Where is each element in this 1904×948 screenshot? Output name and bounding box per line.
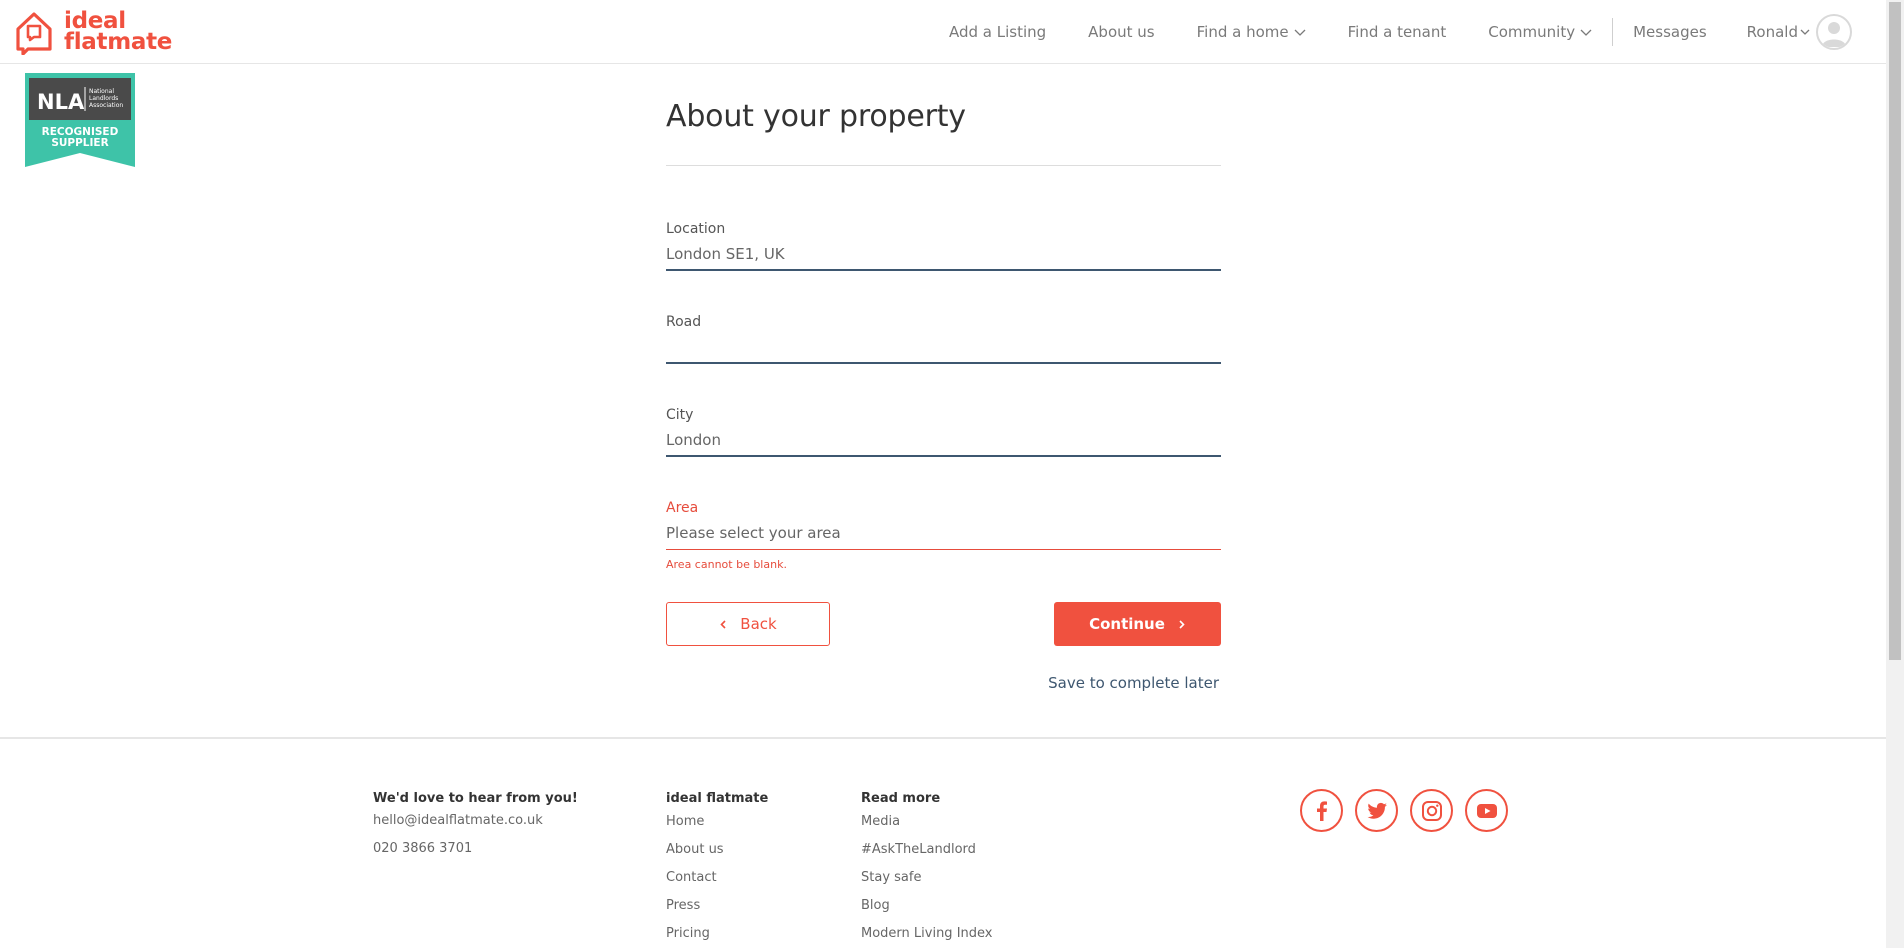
badge-line2: SUPPLIER [51, 137, 108, 149]
instagram-icon [1421, 800, 1442, 821]
facebook-icon [1316, 800, 1327, 821]
footer-link-stay-safe[interactable]: Stay safe [861, 869, 992, 887]
footer-divider [0, 737, 1886, 739]
user-icon [1822, 22, 1846, 47]
area-error-message: Area cannot be blank. [666, 558, 787, 571]
save-later-link[interactable]: Save to complete later [1048, 674, 1219, 692]
svg-text:Landlords: Landlords [89, 95, 118, 102]
footer-read-more-heading: Read more [861, 791, 941, 806]
badge-org: NLA [37, 90, 85, 114]
site-header: ideal flatmate Add a Listing About us Fi… [0, 0, 1886, 64]
area-select[interactable]: Please select your area [666, 522, 1221, 544]
footer-phone[interactable]: 020 3866 3701 [373, 840, 578, 858]
footer-link-pricing[interactable]: Pricing [666, 925, 768, 943]
footer-email-link[interactable]: hello@idealflatmate.co.uk [373, 812, 578, 830]
city-label: City [666, 407, 694, 423]
main-nav: Add a Listing About us Find a home Find … [907, 0, 1852, 64]
avatar[interactable] [1816, 14, 1852, 50]
chevron-down-icon [1800, 29, 1810, 35]
city-underline [666, 455, 1221, 457]
title-divider [666, 165, 1221, 166]
user-name: Ronald [1746, 23, 1798, 41]
footer-link-contact[interactable]: Contact [666, 869, 768, 887]
nav-messages[interactable]: Messages [1633, 23, 1707, 41]
footer-link-blog[interactable]: Blog [861, 897, 992, 915]
area-field[interactable]: Area Please select your area Area cannot… [666, 499, 1221, 571]
area-underline [666, 549, 1221, 550]
nav-about-us[interactable]: About us [1088, 23, 1154, 41]
nla-recognised-supplier-badge: NLA National Landlords Association RECOG… [25, 73, 135, 167]
back-button[interactable]: Back [666, 602, 830, 646]
footer-read-more: Read more Media #AskTheLandlord Stay saf… [861, 790, 992, 943]
chevron-down-icon [1294, 29, 1306, 36]
property-form: About your property Location London SE1,… [666, 98, 1221, 692]
chevron-left-icon [720, 619, 726, 629]
nav-add-listing[interactable]: Add a Listing [949, 23, 1046, 41]
youtube-icon [1476, 803, 1497, 818]
instagram-button[interactable] [1410, 789, 1453, 832]
footer-link-press[interactable]: Press [666, 897, 768, 915]
back-button-label: Back [740, 615, 777, 633]
nav-divider [1612, 18, 1614, 46]
area-label: Area [666, 500, 699, 516]
page-scrollbar[interactable] [1886, 0, 1904, 948]
twitter-icon [1366, 802, 1387, 819]
footer-link-media[interactable]: Media [861, 813, 992, 831]
nav-find-home-label: Find a home [1196, 23, 1289, 41]
logo-text: ideal flatmate [64, 10, 173, 55]
location-input[interactable]: London SE1, UK [666, 243, 1221, 265]
footer-contact: We'd love to hear from you! hello@idealf… [373, 790, 578, 858]
svg-text:National: National [89, 88, 114, 95]
nav-find-home[interactable]: Find a home [1197, 23, 1306, 41]
location-field[interactable]: Location London SE1, UK [666, 220, 1221, 271]
continue-button[interactable]: Continue [1054, 602, 1221, 646]
house-chat-logo-icon [16, 12, 52, 55]
svg-text:Association: Association [89, 102, 123, 109]
city-input[interactable]: London [666, 429, 1221, 451]
scrollbar-thumb[interactable] [1889, 2, 1901, 660]
location-underline [666, 269, 1221, 271]
logo-text-line2: flatmate [64, 29, 173, 55]
nav-find-tenant-label: Find a tenant [1347, 23, 1447, 41]
nav-add-listing-label: Add a Listing [948, 23, 1047, 41]
nav-find-tenant[interactable]: Find a tenant [1348, 23, 1447, 41]
youtube-button[interactable] [1465, 789, 1508, 832]
footer-link-ask-landlord[interactable]: #AskTheLandlord [861, 841, 992, 859]
logo[interactable]: ideal flatmate [14, 9, 172, 55]
location-label: Location [666, 221, 726, 237]
nav-about-us-label: About us [1088, 23, 1155, 41]
road-input[interactable] [666, 336, 1221, 358]
road-field[interactable]: Road [666, 313, 1221, 364]
chevron-down-icon [1580, 29, 1592, 36]
nav-community-label: Community [1488, 23, 1576, 41]
social-links [1300, 789, 1520, 832]
page-title: About your property [666, 99, 966, 134]
footer-contact-heading: We'd love to hear from you! [373, 791, 578, 806]
footer-company-heading: ideal flatmate [666, 791, 769, 806]
user-menu[interactable]: Ronald [1747, 14, 1852, 50]
footer-link-home[interactable]: Home [666, 813, 768, 831]
road-underline [666, 362, 1221, 364]
footer-link-about[interactable]: About us [666, 841, 768, 859]
continue-button-label: Continue [1089, 615, 1165, 633]
chevron-right-icon [1179, 619, 1185, 629]
road-label: Road [666, 314, 702, 330]
facebook-button[interactable] [1300, 789, 1343, 832]
city-field[interactable]: City London [666, 406, 1221, 457]
twitter-button[interactable] [1355, 789, 1398, 832]
footer-company: ideal flatmate Home About us Contact Pre… [666, 790, 768, 943]
footer-link-modern-living-index[interactable]: Modern Living Index [861, 925, 992, 943]
nav-messages-label: Messages [1633, 23, 1707, 41]
nav-community[interactable]: Community [1488, 23, 1592, 41]
